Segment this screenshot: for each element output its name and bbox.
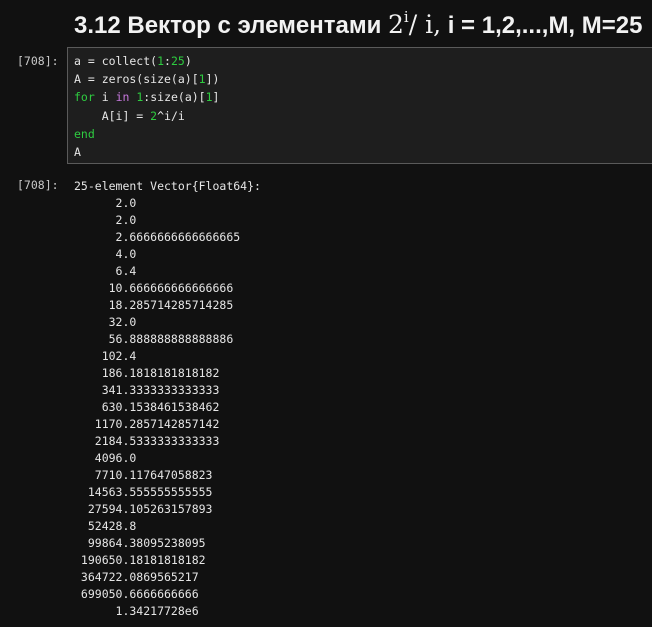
code-line-6-text: A [74, 145, 81, 160]
output-value: 6.4 [74, 264, 137, 278]
code-line-4-text: A[i] = 2^i/i [74, 108, 185, 123]
output-value: 32.0 [74, 315, 137, 329]
code-line-5-text: end [74, 126, 95, 141]
heading-math-tail: / i, [408, 10, 442, 39]
code-line-6: A [74, 145, 81, 159]
code-line-5: end [74, 127, 95, 141]
output-value: 14563.555555555555 [74, 485, 213, 499]
output-value: 1.34217728e6 [74, 604, 199, 618]
heading-suffix: i = 1,2,...,M, M=25 [441, 12, 643, 39]
code-text[interactable]: a = collect(1:25) A = zeros(size(a)[1]) … [74, 52, 219, 161]
code-line-3: for i in 1:size(a)[1] [74, 90, 219, 104]
output-prompt: [708]: [17, 178, 59, 192]
output-value: 186.1818181818182 [74, 366, 220, 380]
output-value: 99864.38095238095 [74, 536, 206, 550]
heading-math-base: 2 [388, 10, 404, 39]
output-value: 27594.105263157893 [74, 502, 213, 516]
input-prompt: [708]: [17, 54, 59, 68]
output-value: 4096.0 [74, 451, 137, 465]
code-line-3-text: for i in 1:size(a)[1] [74, 90, 220, 105]
code-cell-editor[interactable]: a = collect(1:25) A = zeros(size(a)[1]) … [67, 47, 652, 164]
heading-prefix: 3.12 Вектор с элементами [74, 12, 389, 39]
output-value: 4.0 [74, 247, 137, 261]
output-value: 52428.8 [74, 519, 137, 533]
output-value: 7710.117647058823 [74, 468, 213, 482]
output-value: 2.0 [74, 213, 137, 227]
output-header: 25-element Vector{Float64}: [74, 179, 261, 193]
code-line-4: A[i] = 2^i/i [74, 109, 185, 123]
notebook-heading: 3.12 Вектор с элементами 2i/ i, i = 1,2,… [74, 2, 643, 39]
output-value: 699050.6666666666 [74, 587, 199, 601]
output-value: 56.888888888888886 [74, 332, 234, 346]
output-value: 18.285714285714285 [74, 298, 234, 312]
output-area: 25-element Vector{Float64}: 2.0 2.0 2.66… [74, 178, 261, 620]
output-value: 2184.5333333333333 [74, 434, 220, 448]
output-value: 341.3333333333333 [74, 383, 220, 397]
code-line-1-text: a = collect(1:25) [74, 54, 192, 68]
output-value: 10.666666666666666 [74, 281, 234, 295]
output-value: 364722.0869565217 [74, 570, 199, 584]
code-line-2-text: A = zeros(size(a)[1]) [74, 72, 220, 87]
code-line-1: a = collect(1:25) [74, 54, 192, 68]
output-value: 2.6666666666666665 [74, 230, 241, 244]
output-value: 1170.2857142857142 [74, 417, 220, 431]
output-value: 630.1538461538462 [74, 400, 220, 414]
output-value: 102.4 [74, 349, 137, 363]
output-value: 2.0 [74, 196, 137, 210]
output-value: 190650.18181818182 [74, 553, 206, 567]
code-line-2: A = zeros(size(a)[1]) [74, 72, 219, 86]
heading-math-exponent: i [403, 8, 409, 26]
